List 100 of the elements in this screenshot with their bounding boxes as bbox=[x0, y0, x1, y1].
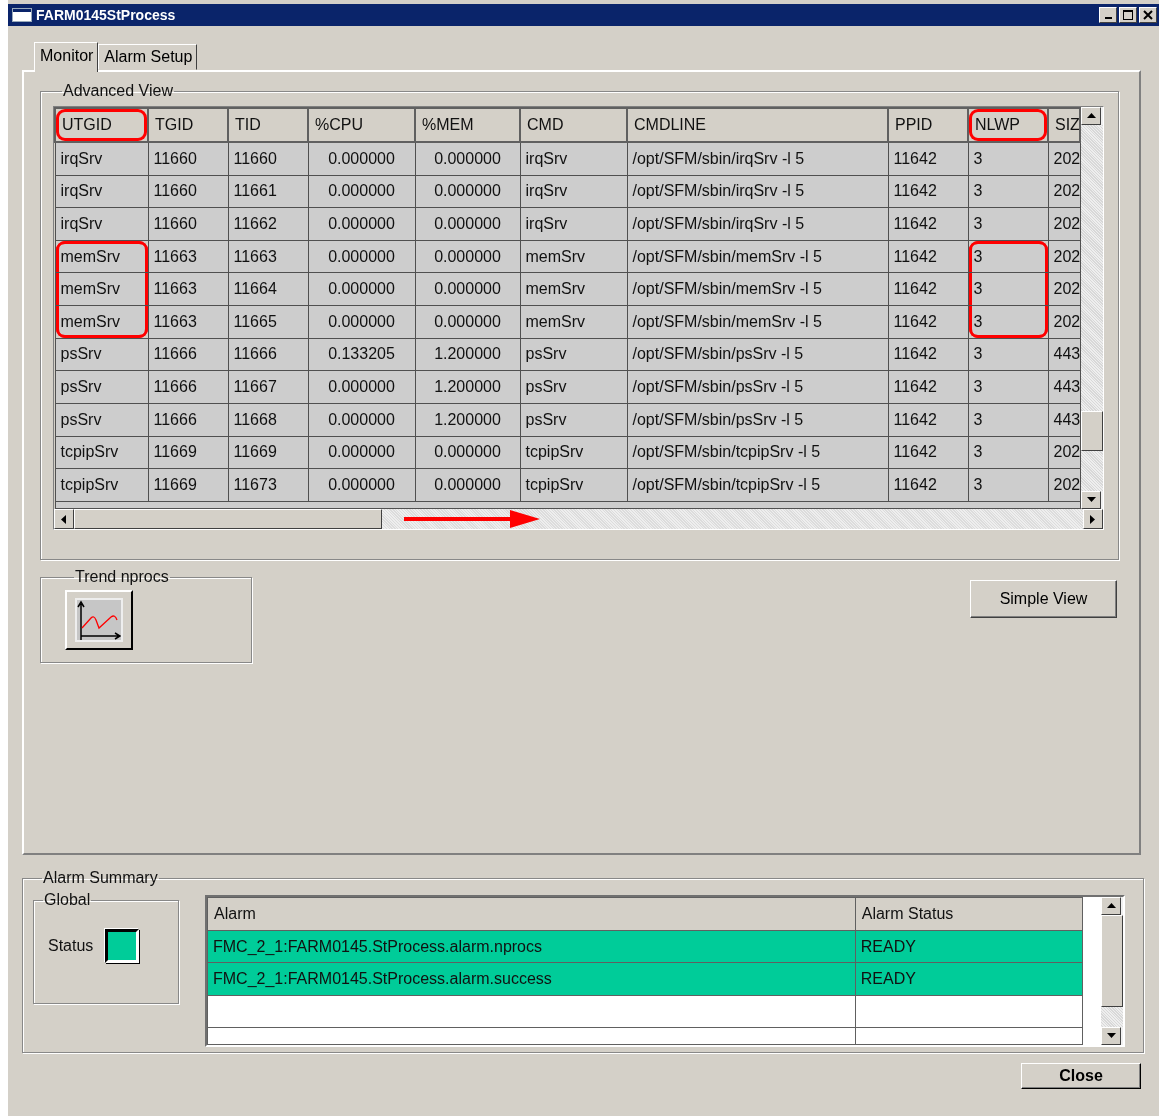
table-cell: memSrv bbox=[55, 305, 148, 339]
column-header[interactable]: %CPU bbox=[308, 108, 415, 142]
table-cell: 3 bbox=[968, 468, 1048, 502]
table-cell: FMC_2_1:FARM0145.StProcess.alarm.success bbox=[207, 962, 856, 996]
table-cell: 11642 bbox=[888, 175, 968, 208]
table-cell: psSrv bbox=[520, 403, 627, 436]
table-cell: psSrv bbox=[520, 338, 627, 371]
column-header[interactable]: NLWP bbox=[968, 108, 1048, 142]
column-header[interactable]: TID bbox=[228, 108, 308, 142]
table-cell: tcpipSrv bbox=[55, 468, 148, 502]
table-cell: 11642 bbox=[888, 305, 968, 339]
table-cell: 11669 bbox=[148, 436, 228, 469]
table-cell: /opt/SFM/sbin/memSrv -l 5 bbox=[627, 272, 888, 306]
table-cell: 0.000000 bbox=[415, 272, 520, 306]
table-cell: 1.200000 bbox=[415, 370, 520, 404]
column-header[interactable]: Alarm bbox=[207, 897, 856, 931]
scroll-thumb[interactable] bbox=[1101, 915, 1123, 1007]
table-cell: /opt/SFM/sbin/memSrv -l 5 bbox=[627, 305, 888, 339]
table-cell: /opt/SFM/sbin/memSrv -l 5 bbox=[627, 240, 888, 273]
table-cell: 0.000000 bbox=[308, 142, 415, 176]
minimize-icon bbox=[1104, 17, 1112, 19]
table-cell: 11660 bbox=[228, 142, 308, 176]
table-cell: 0.000000 bbox=[308, 305, 415, 339]
table-cell: 11642 bbox=[888, 436, 968, 469]
table-cell: 0.000000 bbox=[415, 436, 520, 469]
group-title: Alarm Summary bbox=[42, 869, 159, 887]
table-cell: irqSrv bbox=[520, 175, 627, 208]
table-cell: 11642 bbox=[888, 338, 968, 371]
table-cell: 11664 bbox=[228, 272, 308, 306]
table-cell: 0.000000 bbox=[308, 468, 415, 502]
arrow-icon bbox=[404, 510, 540, 528]
table-cell: /opt/SFM/sbin/irqSrv -l 5 bbox=[627, 142, 888, 176]
table-cell: 11669 bbox=[148, 468, 228, 502]
table-cell: 0.000000 bbox=[415, 240, 520, 273]
table-cell: /opt/SFM/sbin/psSrv -l 5 bbox=[627, 338, 888, 371]
table-cell: 11663 bbox=[148, 240, 228, 273]
window-icon bbox=[12, 8, 32, 22]
table-cell: FMC_2_1:FARM0145.StProcess.alarm.nprocs bbox=[207, 930, 856, 963]
table-cell: 11666 bbox=[148, 370, 228, 404]
table-cell: psSrv bbox=[55, 338, 148, 371]
table-cell: 0.000000 bbox=[415, 175, 520, 208]
column-header[interactable]: Alarm Status bbox=[855, 897, 1083, 931]
trend-chart-icon bbox=[75, 598, 123, 642]
table-cell: 11663 bbox=[148, 272, 228, 306]
tab[interactable]: Monitor bbox=[34, 42, 99, 72]
scroll-up-button[interactable] bbox=[1081, 107, 1101, 125]
column-header[interactable]: TGID bbox=[148, 108, 228, 142]
table-cell: 3 bbox=[968, 240, 1048, 273]
table-cell: memSrv bbox=[55, 240, 148, 273]
column-header[interactable]: PPID bbox=[888, 108, 968, 142]
window-close-button[interactable] bbox=[1139, 7, 1157, 23]
table-cell: irqSrv bbox=[55, 207, 148, 241]
maximize-button[interactable] bbox=[1119, 7, 1137, 23]
table-cell: 0.000000 bbox=[308, 436, 415, 469]
table-cell: 11666 bbox=[148, 338, 228, 371]
table-cell: psSrv bbox=[55, 403, 148, 436]
table-cell: 11661 bbox=[228, 175, 308, 208]
table-cell: 11662 bbox=[228, 207, 308, 241]
table-cell: 11642 bbox=[888, 207, 968, 241]
table-cell: 11642 bbox=[888, 142, 968, 176]
table-cell: 11663 bbox=[148, 305, 228, 339]
scroll-down-button[interactable] bbox=[1101, 1027, 1121, 1045]
close-button[interactable]: Close bbox=[1021, 1063, 1141, 1089]
table-cell: /opt/SFM/sbin/tcpipSrv -l 5 bbox=[627, 468, 888, 502]
column-header[interactable]: %MEM bbox=[415, 108, 520, 142]
column-header[interactable]: CMDLINE bbox=[627, 108, 888, 142]
left-arrow-icon bbox=[61, 514, 67, 524]
table-cell: 0.000000 bbox=[415, 305, 520, 339]
table-cell: /opt/SFM/sbin/tcpipSrv -l 5 bbox=[627, 436, 888, 469]
table-cell: 11663 bbox=[228, 240, 308, 273]
table-cell: 0.000000 bbox=[308, 175, 415, 208]
column-header[interactable]: CMD bbox=[520, 108, 627, 142]
down-arrow-icon bbox=[1106, 1033, 1116, 1039]
table-cell: irqSrv bbox=[520, 207, 627, 241]
group-title: Trend nprocs bbox=[74, 568, 170, 586]
up-arrow-icon bbox=[1086, 113, 1096, 119]
scroll-down-button[interactable] bbox=[1081, 491, 1101, 509]
scroll-thumb[interactable] bbox=[74, 509, 382, 529]
tab[interactable]: Alarm Setup bbox=[98, 44, 198, 70]
scroll-up-button[interactable] bbox=[1101, 897, 1121, 915]
scroll-left-button[interactable] bbox=[54, 509, 74, 529]
column-header[interactable]: UTGID bbox=[55, 108, 148, 142]
simple-view-button[interactable]: Simple View bbox=[970, 580, 1117, 618]
table-cell: 0.000000 bbox=[308, 272, 415, 306]
window-title: FARM0145StProcess bbox=[36, 7, 177, 23]
table-cell: 3 bbox=[968, 207, 1048, 241]
up-arrow-icon bbox=[1106, 903, 1116, 909]
scroll-right-button[interactable] bbox=[1083, 509, 1103, 529]
right-arrow-icon bbox=[1090, 514, 1096, 524]
table-cell: 3 bbox=[968, 338, 1048, 371]
scroll-thumb[interactable] bbox=[1081, 411, 1103, 451]
minimize-button[interactable] bbox=[1099, 7, 1117, 23]
table-cell: 11666 bbox=[148, 403, 228, 436]
table-cell: irqSrv bbox=[55, 142, 148, 176]
table-cell: 3 bbox=[968, 175, 1048, 208]
table-cell: 11669 bbox=[228, 436, 308, 469]
table-cell: /opt/SFM/sbin/irqSrv -l 5 bbox=[627, 175, 888, 208]
trend-button[interactable] bbox=[65, 590, 133, 650]
table-cell: memSrv bbox=[520, 305, 627, 339]
table-cell: 11673 bbox=[228, 468, 308, 502]
